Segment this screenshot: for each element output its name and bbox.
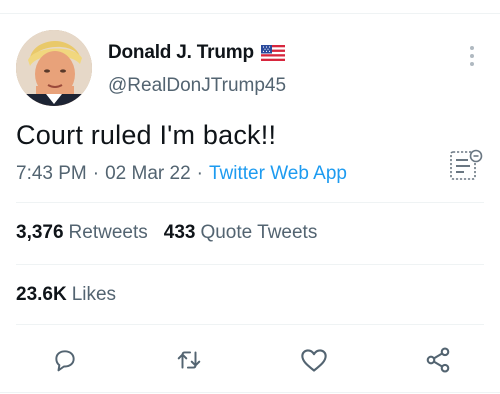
- bottom-divider: [0, 392, 500, 393]
- avatar-image: [16, 30, 92, 106]
- quote-tweets-count[interactable]: 433: [164, 222, 196, 244]
- tweet-text: Court ruled I'm back!!: [16, 120, 277, 150]
- tweet-meta: 7:43 PM · 02 Mar 22 · Twitter Web App: [16, 163, 347, 185]
- reply-icon[interactable]: [48, 343, 82, 377]
- likes-count[interactable]: 23.6K: [16, 284, 67, 306]
- analytics-icon[interactable]: [447, 147, 485, 183]
- retweets-count[interactable]: 3,376: [16, 222, 64, 244]
- likes-label[interactable]: Likes: [72, 284, 116, 306]
- us-flag-icon: [260, 45, 285, 61]
- engagement-stats: 3,376 Retweets 433 Quote Tweets: [16, 222, 317, 244]
- tweet-card: Donald J. Trump @RealDonJTrump45 Court r…: [0, 0, 500, 394]
- avatar[interactable]: [16, 30, 92, 106]
- author-handle[interactable]: @RealDonJTrump45: [108, 75, 286, 97]
- share-icon[interactable]: [421, 343, 455, 377]
- tweet-date[interactable]: 02 Mar 22: [105, 163, 191, 185]
- heart-icon[interactable]: [297, 343, 331, 377]
- author-display-name[interactable]: Donald J. Trump: [108, 42, 254, 64]
- author-name-row: Donald J. Trump: [108, 42, 285, 64]
- quote-tweets-label[interactable]: Quote Tweets: [200, 222, 317, 244]
- retweet-icon[interactable]: [172, 343, 206, 377]
- tweet-source-link[interactable]: Twitter Web App: [209, 163, 347, 185]
- action-bar: [0, 343, 500, 377]
- top-divider: [0, 13, 500, 14]
- meta-separator: ·: [92, 163, 100, 184]
- divider: [16, 264, 484, 265]
- tweet-time[interactable]: 7:43 PM: [16, 163, 87, 185]
- divider: [16, 202, 484, 203]
- retweets-label[interactable]: Retweets: [69, 222, 148, 244]
- likes-stats: 23.6K Likes: [16, 284, 116, 306]
- divider: [16, 324, 484, 325]
- meta-separator: ·: [196, 163, 203, 184]
- more-options-icon[interactable]: [463, 44, 481, 68]
